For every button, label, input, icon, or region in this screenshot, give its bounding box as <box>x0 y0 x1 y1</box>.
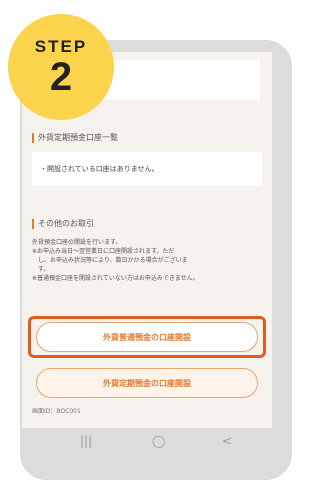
notes-block: 外貨預金口座の開設を行います。 ※お申込み当日〜翌営業日に口座開設されます。ただ… <box>32 238 264 283</box>
recent-apps-icon[interactable]: ||| <box>80 434 92 448</box>
note-line: す。 <box>32 266 50 273</box>
empty-list-message: ・開設されている口座はありません。 <box>40 165 159 173</box>
section-title-other: その他のお取引 <box>32 218 94 229</box>
note-line: ※お申込み当日〜翌営業日に口座開設されます。ただ <box>32 248 175 255</box>
note-line: し、お申込み状況等により、数日かかる場合がございま <box>32 257 188 264</box>
open-ordinary-deposit-button[interactable]: 外貨普通預金の口座開設 <box>36 322 258 352</box>
section-title-text: 外貨定期預金口座一覧 <box>38 133 118 142</box>
section-title-time-deposit-list: 外貨定期預金口座一覧 <box>32 132 118 143</box>
note-line: 外貨預金口座の開設を行います。 <box>32 239 122 246</box>
note-line: ※普通預金口座を開設されていない方はお申込みできません。 <box>32 275 199 282</box>
step-number: 2 <box>49 55 73 99</box>
step-badge: STEP 2 <box>8 14 114 120</box>
section-accent-bar <box>32 132 34 143</box>
home-icon[interactable]: ◯ <box>152 434 165 448</box>
section-accent-bar <box>32 218 34 229</box>
step-label: STEP <box>34 37 88 56</box>
section-title-text: その他のお取引 <box>38 219 94 228</box>
open-time-deposit-button[interactable]: 外貨定期預金の口座開設 <box>36 368 258 398</box>
screen-id: 画面ID：BOC001 <box>32 408 81 415</box>
android-nav-bar: ||| ◯ < <box>22 428 272 468</box>
back-icon[interactable]: < <box>222 434 232 448</box>
account-list-card: ・開設されている口座はありません。 <box>32 152 262 186</box>
